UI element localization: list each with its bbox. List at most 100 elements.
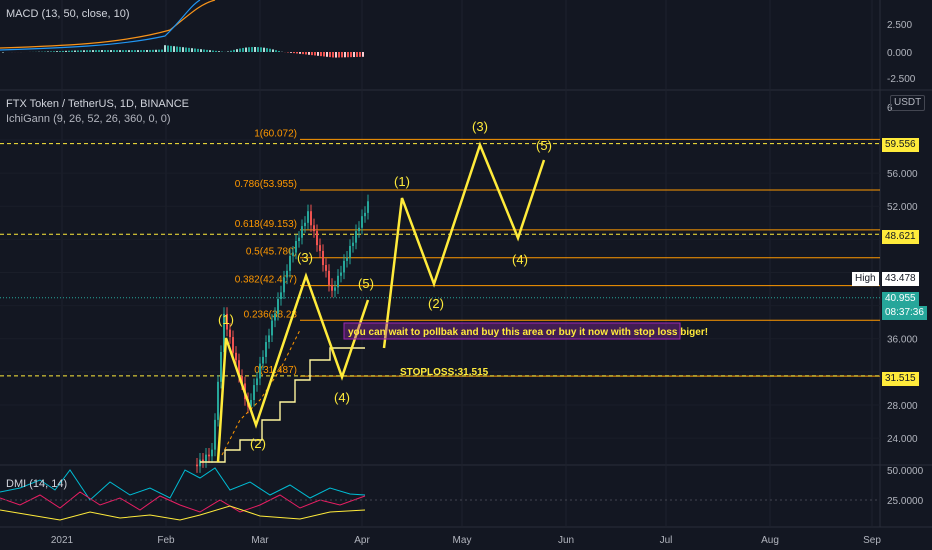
macd-histogram-bar xyxy=(101,50,103,52)
macd-histogram-bar xyxy=(254,47,256,52)
macd-axis-label: 0.000 xyxy=(887,48,912,59)
macd-histogram-bar xyxy=(329,52,331,58)
dmi-minus-line xyxy=(0,491,366,513)
macd-histogram-bar xyxy=(323,52,325,57)
price-tag-stop: 31.515 xyxy=(882,372,919,386)
price-tag-last: 40.955 xyxy=(882,292,919,306)
symbol-title[interactable]: FTX Token / TetherUS, 1D, BINANCE xyxy=(6,98,189,110)
macd-histogram-bar xyxy=(278,50,280,52)
dmi-title[interactable]: DMI (14, 14) xyxy=(6,478,67,490)
macd-histogram-bar xyxy=(305,52,307,55)
candle-body xyxy=(322,250,324,266)
macd-histogram-bar xyxy=(302,52,304,55)
time-axis-label: Jun xyxy=(558,535,574,546)
candle-body xyxy=(358,227,360,232)
candle-body xyxy=(262,356,264,364)
fib-level-label: 1(60.072) xyxy=(254,128,297,139)
macd-histogram-bar xyxy=(107,50,109,52)
macd-histogram-bar xyxy=(230,50,232,52)
candle-body xyxy=(277,298,279,314)
macd-histogram-bar xyxy=(320,52,322,57)
macd-histogram-bar xyxy=(233,49,235,52)
candle-body xyxy=(208,454,210,457)
candle-body xyxy=(313,225,315,232)
wave-label-small: (1) xyxy=(218,312,234,327)
macd-title[interactable]: MACD (13, 50, close, 10) xyxy=(6,8,130,20)
macd-histogram-bar xyxy=(209,50,211,52)
candle-body xyxy=(256,378,258,386)
candle-body xyxy=(202,459,204,462)
candle-body xyxy=(214,419,216,450)
macd-histogram-bar xyxy=(71,50,73,52)
candle-body xyxy=(355,231,357,243)
wave-label-projection: (5) xyxy=(536,138,552,153)
macd-histogram-bar xyxy=(167,45,169,52)
macd-histogram-bar xyxy=(119,50,121,52)
candle-body xyxy=(229,329,231,338)
macd-histogram-bar xyxy=(263,47,265,52)
macd-histogram-bar xyxy=(59,51,61,52)
macd-histogram-bar xyxy=(317,52,319,56)
macd-histogram-bar xyxy=(332,52,334,58)
candle-body xyxy=(271,320,273,336)
wave-label-projection: (1) xyxy=(394,174,410,189)
fib-level-label: 0.618(49.153) xyxy=(235,219,297,230)
macd-histogram-bar xyxy=(152,49,154,52)
indicator-title[interactable]: IchiGann (9, 26, 52, 26, 360, 0, 0) xyxy=(6,113,171,125)
chart-canvas[interactable]: 1(60.072)0.786(53.955)0.618(49.153)0.5(4… xyxy=(0,0,932,550)
price-axis-label: 52.000 xyxy=(887,202,918,213)
price-tag-mid: 48.621 xyxy=(882,230,919,244)
macd-histogram-bar xyxy=(299,52,301,54)
macd-histogram-bar xyxy=(173,46,175,52)
currency-button[interactable]: USDT xyxy=(890,95,926,111)
time-axis-label: Apr xyxy=(354,535,370,546)
macd-histogram-bar xyxy=(212,50,214,52)
macd-histogram-bar xyxy=(140,50,142,52)
candle-body xyxy=(352,242,354,246)
macd-histogram-bar xyxy=(236,49,238,52)
price-axis-label: 24.000 xyxy=(887,434,918,445)
candle-body xyxy=(331,284,333,291)
wave-label-projection: (2) xyxy=(428,296,444,311)
macd-histogram-bar xyxy=(197,48,199,52)
candle-body xyxy=(304,222,306,227)
macd-histogram-bar xyxy=(164,45,166,52)
macd-histogram-bar xyxy=(356,52,358,57)
macd-histogram-bar xyxy=(275,50,277,52)
macd-histogram-bar xyxy=(110,50,112,52)
macd-histogram-bar xyxy=(296,52,298,54)
candle-body xyxy=(220,351,222,382)
macd-histogram-bar xyxy=(143,50,145,52)
price-tag-high: 43.478 xyxy=(882,272,919,286)
main-price-pane[interactable]: 1(60.072)0.786(53.955)0.618(49.153)0.5(4… xyxy=(0,119,880,473)
wave-label-projection: (3) xyxy=(472,119,488,134)
macd-histogram-bar xyxy=(272,49,274,52)
price-axis-label: 36.000 xyxy=(887,335,918,346)
macd-histogram-bar xyxy=(314,52,316,56)
candle-body xyxy=(280,292,282,299)
price-axis-label: 28.000 xyxy=(887,401,918,412)
candle-body xyxy=(325,265,327,271)
macd-histogram-bar xyxy=(137,50,139,52)
candle-body xyxy=(334,287,336,291)
macd-histogram-bar xyxy=(203,49,205,52)
macd-histogram-bar xyxy=(245,47,247,52)
dmi-axis-label: 50.0000 xyxy=(887,466,924,477)
candle-body xyxy=(283,277,285,293)
macd-histogram-bar xyxy=(2,52,4,53)
dmi-pane[interactable] xyxy=(0,467,880,521)
macd-histogram-bar xyxy=(311,52,313,56)
price-tag-resistance: 59.556 xyxy=(882,138,919,152)
wave-label-small: (5) xyxy=(358,276,374,291)
candle-body xyxy=(319,245,321,251)
macd-histogram-bar xyxy=(215,50,217,52)
macd-histogram-bar xyxy=(83,50,85,52)
candle-body xyxy=(316,231,318,246)
annotation-text[interactable]: you can wait to pollbak and buy this are… xyxy=(348,327,708,338)
macd-histogram-bar xyxy=(134,50,136,52)
macd-histogram-bar xyxy=(113,50,115,52)
macd-axis-label: -2.500 xyxy=(887,74,916,85)
macd-histogram-bar xyxy=(290,52,292,53)
macd-histogram-bar xyxy=(194,48,196,52)
candle-body xyxy=(343,260,345,273)
